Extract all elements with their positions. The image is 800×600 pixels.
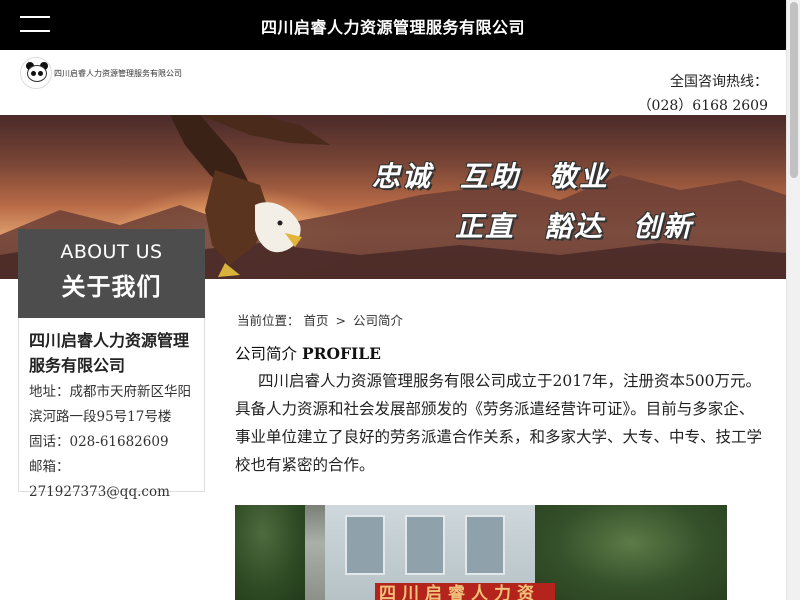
about-us-box: ABOUT US 关于我们 xyxy=(18,229,205,318)
section-title-cn: 公司简介 xyxy=(235,345,298,363)
company-intro-paragraph: 四川启睿人力资源管理服务有限公司成立于2017年，注册资本500万元。具备人力资… xyxy=(235,372,763,474)
contact-phone: 固话：028-61682609 xyxy=(29,434,169,450)
slogan-innovation: 创新 xyxy=(633,210,694,243)
slogan-integrity: 正直 xyxy=(455,210,516,243)
contact-company-name: 四川启睿人力资源管理服务有限公司 xyxy=(29,331,190,375)
slogan-mutual-help: 互助 xyxy=(460,160,521,193)
photo-tree-left xyxy=(235,505,305,600)
section-title: 公司简介 PROFILE xyxy=(235,342,381,364)
photo-sign: 四川启睿人力资源 xyxy=(375,583,555,600)
site-logo[interactable]: 四川启睿人力资源管理服务有限公司 xyxy=(20,56,182,90)
contact-email: 邮箱：271927373@qq.com xyxy=(29,459,170,500)
breadcrumb-current-link[interactable]: 公司简介 xyxy=(353,313,403,328)
breadcrumb-label: 当前位置： xyxy=(237,313,300,328)
breadcrumb: 当前位置： 首页 > 公司简介 xyxy=(237,310,403,329)
about-us-en: ABOUT US xyxy=(60,241,163,263)
about-us-cn: 关于我们 xyxy=(61,273,162,301)
slogan-openness: 豁达 xyxy=(544,210,605,243)
contact-info-box: 四川启睿人力资源管理服务有限公司 地址：成都市天府新区华阳滨河路一段95号17号… xyxy=(18,318,205,500)
site-title: 四川启睿人力资源管理服务有限公司 xyxy=(260,18,525,37)
breadcrumb-home-link[interactable]: 首页 xyxy=(304,313,329,328)
panda-logo-icon xyxy=(20,57,52,89)
scrollbar-thumb[interactable] xyxy=(790,2,798,178)
breadcrumb-separator: > xyxy=(335,313,346,328)
hotline-label: 全国咨询热线： xyxy=(670,74,768,90)
slogan-dedication: 敬业 xyxy=(549,160,610,193)
section-title-en: PROFILE xyxy=(301,344,381,363)
photo-tree-right xyxy=(535,505,727,600)
hotline: 全国咨询热线： （028）6168 2609 xyxy=(638,70,768,118)
slogan-loyalty: 忠诚 xyxy=(372,160,433,193)
page-scrollbar[interactable] xyxy=(786,0,800,600)
logo-text: 四川启睿人力资源管理服务有限公司 xyxy=(54,68,182,78)
contact-address: 地址：成都市天府新区华阳滨河路一段95号17号楼 xyxy=(29,384,191,425)
company-office-photo: 四川启睿人力资源 xyxy=(235,505,727,600)
top-bar: 四川启睿人力资源管理服务有限公司 xyxy=(0,0,786,50)
